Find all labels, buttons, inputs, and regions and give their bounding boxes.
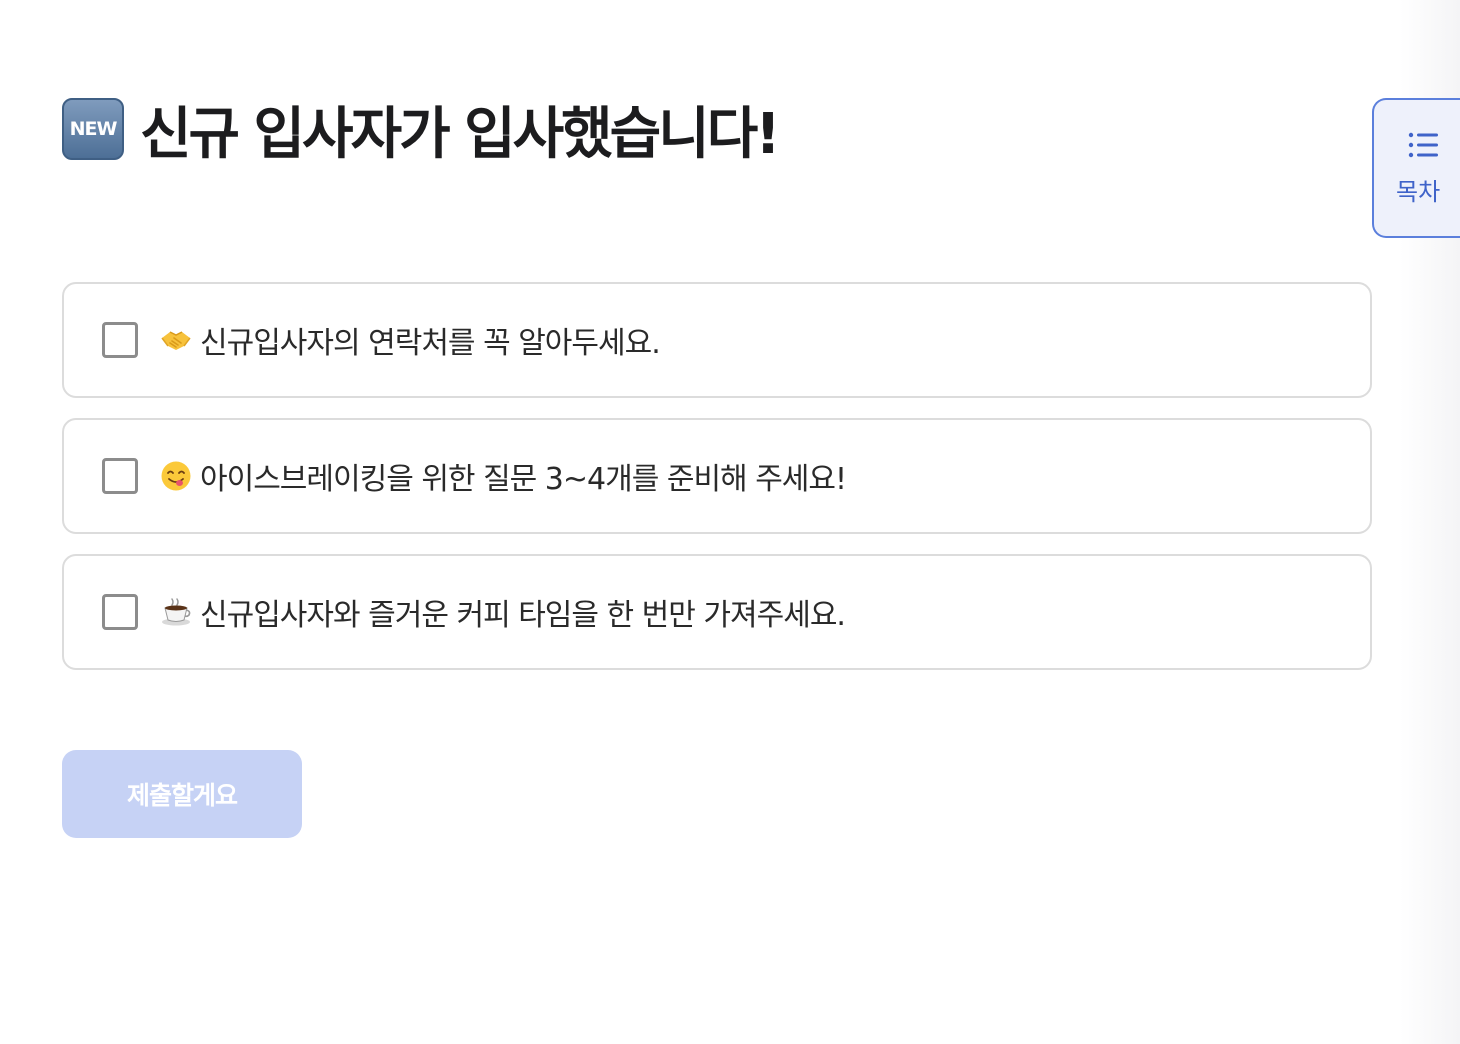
- checklist-item-text: 아이스브레이킹을 위한 질문 3~4개를 준비해 주세요!: [200, 462, 847, 497]
- checkbox[interactable]: [102, 322, 138, 358]
- checklist-item-icebreaking[interactable]: 아이스브레이킹을 위한 질문 3~4개를 준비해 주세요!: [62, 418, 1372, 534]
- checkbox[interactable]: [102, 458, 138, 494]
- toc-label: 목차: [1396, 178, 1441, 206]
- new-badge-label: NEW: [69, 118, 118, 140]
- submit-button[interactable]: 제출할게요: [62, 750, 302, 838]
- checkbox[interactable]: [102, 594, 138, 630]
- page-header: NEW 신규 입사자가 입사했습니다!: [62, 96, 781, 167]
- checklist-item-text: 신규입사자의 연락처를 꼭 알아두세요.: [200, 326, 661, 361]
- coffee-icon: [160, 596, 192, 628]
- toc-button[interactable]: 목차: [1372, 98, 1460, 238]
- new-icon: NEW: [62, 98, 124, 160]
- yum-face-icon: [160, 460, 192, 492]
- checklist-item-coffee[interactable]: 신규입사자와 즐거운 커피 타임을 한 번만 가져주세요.: [62, 554, 1372, 670]
- page-title: 신규 입사자가 입사했습니다!: [140, 101, 781, 167]
- checklist-item-text: 신규입사자와 즐거운 커피 타임을 한 번만 가져주세요.: [200, 598, 846, 633]
- handshake-icon: [160, 324, 192, 356]
- list-icon: [1408, 132, 1438, 158]
- checklist-item-contact[interactable]: 신규입사자의 연락처를 꼭 알아두세요.: [62, 282, 1372, 398]
